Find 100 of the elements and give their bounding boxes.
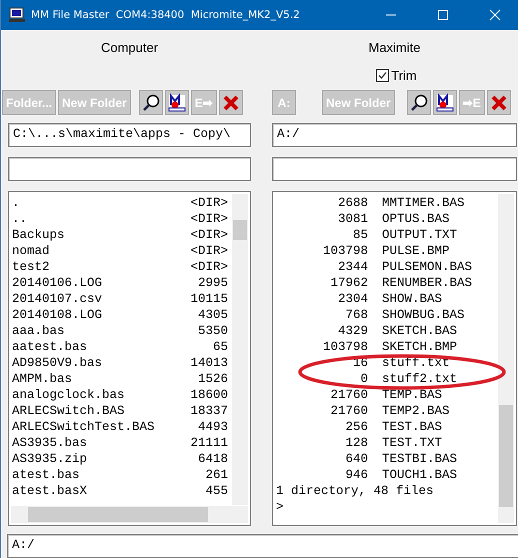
file-size: 2304 xyxy=(336,291,368,307)
file-size: 128 xyxy=(344,435,368,451)
monitor-icon xyxy=(434,92,455,112)
filter-field[interactable] xyxy=(272,157,517,181)
cross-icon xyxy=(222,94,240,112)
file-size: 21760 xyxy=(329,387,368,403)
file-name[interactable]: TEST.BAS xyxy=(382,419,442,435)
file-name[interactable]: SHOWBUG.BAS xyxy=(382,307,465,323)
vertical-scrollbar[interactable] xyxy=(232,194,248,505)
file-size: 65 xyxy=(212,339,228,355)
monitor-button[interactable] xyxy=(432,90,457,115)
console-line: 1 directory, 48 files xyxy=(276,483,434,499)
search-button[interactable] xyxy=(406,90,431,115)
file-size: 455 xyxy=(205,483,228,495)
file-size: 1526 xyxy=(198,371,228,387)
vertical-scrollbar[interactable] xyxy=(498,194,514,523)
file-size: 2344 xyxy=(336,259,368,275)
file-name[interactable]: RENUMBER.BAS xyxy=(382,275,472,291)
file-size: 5350 xyxy=(198,323,228,339)
monitor-button[interactable] xyxy=(164,90,189,115)
filter-field[interactable] xyxy=(8,157,251,181)
file-size: 21760 xyxy=(329,403,368,419)
file-name[interactable]: TEMP2.BAS xyxy=(382,403,450,419)
file-name[interactable]: SHOW.BAS xyxy=(382,291,442,307)
file-name[interactable]: stuff2.txt xyxy=(382,371,458,387)
file-name[interactable]: AD9850V9.bas xyxy=(12,355,102,371)
panel-heading: Computer xyxy=(100,40,160,56)
file-name[interactable]: 20140106.LOG xyxy=(12,275,102,291)
file-size: 6418 xyxy=(198,451,228,467)
file-size: 18337 xyxy=(190,403,228,419)
file-name[interactable]: TESTBI.BAS xyxy=(382,451,458,467)
computer-icon xyxy=(9,7,25,23)
file-size: 17962 xyxy=(329,275,368,291)
file-name[interactable]: atest.bas xyxy=(12,467,80,483)
file-name[interactable]: OPTUS.BAS xyxy=(382,211,450,227)
trim-label: Trim xyxy=(391,68,417,82)
file-name[interactable]: 20140108.LOG xyxy=(12,307,102,323)
path-field[interactable]: A:/ xyxy=(272,123,517,147)
file-name[interactable]: test2 xyxy=(12,259,50,275)
file-size: <DIR> xyxy=(190,227,228,243)
file-name[interactable]: ARLECSwitchTest.BAS xyxy=(12,419,155,435)
file-name[interactable]: OUTPUT.TXT xyxy=(382,227,458,243)
file-size: 640 xyxy=(344,451,368,467)
search-button[interactable] xyxy=(138,90,163,115)
console-line: > xyxy=(276,499,284,515)
file-size: 256 xyxy=(344,419,368,435)
file-size: 10115 xyxy=(190,291,228,307)
horizontal-scrollbar[interactable] xyxy=(11,506,248,523)
file-name[interactable]: PULSE.BMP xyxy=(382,243,450,259)
file-size: 946 xyxy=(344,467,368,483)
file-name[interactable]: stuff.txt xyxy=(382,355,450,371)
file-size: 2688 xyxy=(336,195,368,211)
file-name[interactable]: MMTIMER.BAS xyxy=(382,195,465,211)
file-size: 18600 xyxy=(190,387,228,403)
file-size: 21111 xyxy=(190,435,228,451)
file-size: 4493 xyxy=(198,419,228,435)
search-icon xyxy=(140,92,161,112)
file-name[interactable]: atest.basX xyxy=(12,483,88,495)
file-name[interactable]: AS3935.zip xyxy=(12,451,88,467)
trim-checkbox[interactable] xyxy=(376,68,390,82)
path-field[interactable]: C:\...s\maximite\apps - Copy\ xyxy=(8,123,251,147)
file-size: 3081 xyxy=(336,211,368,227)
file-name[interactable]: SKETCH.BMP xyxy=(382,339,458,355)
file-size: 4305 xyxy=(198,307,228,323)
panel-heading: Maximite xyxy=(367,40,422,56)
file-size: 261 xyxy=(205,467,228,483)
file-size: 2995 xyxy=(198,275,228,291)
file-name[interactable]: SKETCH.BAS xyxy=(382,323,458,339)
file-name[interactable]: PULSEMON.BAS xyxy=(382,259,472,275)
delete-button[interactable] xyxy=(486,90,511,115)
file-name[interactable]: TEMP.BAS xyxy=(382,387,442,403)
file-name[interactable]: ARLECSwitch.BAS xyxy=(12,403,125,419)
file-name[interactable]: TOUCH1.BAS xyxy=(382,467,458,483)
file-size: 768 xyxy=(344,307,368,323)
delete-button[interactable] xyxy=(218,90,243,115)
file-size: 103798 xyxy=(322,339,368,355)
file-name[interactable]: . xyxy=(12,195,20,211)
file-name[interactable]: 20140107.csv xyxy=(12,291,102,307)
file-name[interactable]: .. xyxy=(12,211,28,227)
close-button[interactable] xyxy=(489,9,501,21)
file-name[interactable]: aatest.bas xyxy=(12,339,88,355)
file-size: <DIR> xyxy=(190,211,228,227)
maximize-button[interactable] xyxy=(437,9,449,21)
search-icon xyxy=(408,92,429,112)
command-field[interactable]: A:/ xyxy=(7,534,518,558)
file-size: 4329 xyxy=(336,323,368,339)
file-size: 103798 xyxy=(322,243,368,259)
file-name[interactable]: AMPM.bas xyxy=(12,371,72,387)
file-size: <DIR> xyxy=(190,259,228,275)
file-name[interactable]: aaa.bas xyxy=(12,323,65,339)
file-name[interactable]: Backups xyxy=(12,227,65,243)
file-size: 0 xyxy=(359,371,368,387)
file-name[interactable]: TEST.TXT xyxy=(382,435,442,451)
file-size: 14013 xyxy=(190,355,228,371)
window-title: MM File Master COM4:38400 Micromite_MK2_V5.2 xyxy=(31,9,301,21)
file-name[interactable]: analogclock.bas xyxy=(12,387,125,403)
file-size: <DIR> xyxy=(190,243,228,259)
file-name[interactable]: nomad xyxy=(12,243,50,259)
file-name[interactable]: AS3935.bas xyxy=(12,435,88,451)
file-size: <DIR> xyxy=(190,195,228,211)
